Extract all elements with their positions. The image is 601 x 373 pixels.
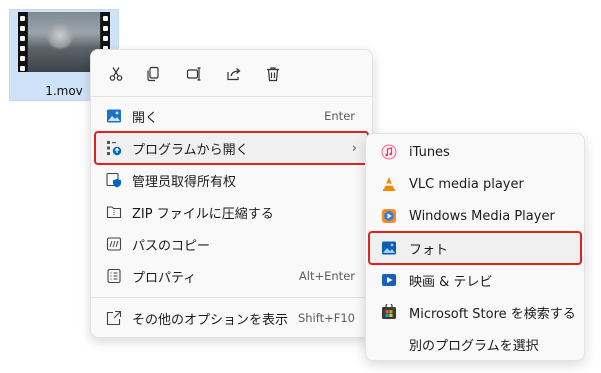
- submenu-item-label: 映画 & テレビ: [409, 274, 493, 290]
- zip-icon: [106, 204, 122, 220]
- menu-item-label: パスのコピー: [132, 238, 211, 254]
- copy-icon[interactable]: [141, 62, 165, 86]
- menu-item-copy-path[interactable]: パスのコピー: [96, 229, 367, 259]
- copy-path-icon: [106, 236, 122, 252]
- submenu-item-label: フォト: [409, 242, 449, 258]
- share-icon[interactable]: [222, 62, 246, 86]
- microsoft-store-icon: [381, 302, 397, 320]
- submenu-item-photos[interactable]: フォト: [368, 231, 582, 265]
- menu-item-accelerator: Shift+F10: [297, 311, 355, 325]
- menu-item-label: その他のオプションを表示: [132, 312, 289, 328]
- submenu-item-label: Windows Media Player: [409, 208, 555, 224]
- menu-item-properties[interactable]: プロパティ Alt+Enter: [96, 261, 367, 291]
- menu-item-label: 管理员取得所有权: [132, 174, 237, 190]
- more-options-icon: [106, 310, 122, 326]
- chevron-right-icon: ›: [351, 140, 357, 156]
- itunes-icon: [381, 144, 397, 160]
- shield-icon: [106, 172, 122, 188]
- submenu-item-label: Microsoft Store を検索する: [409, 306, 576, 322]
- open-with-icon: [106, 140, 122, 156]
- vlc-icon: [381, 176, 397, 192]
- menu-item-zip[interactable]: ZIP ファイルに圧縮する: [96, 197, 367, 227]
- submenu-item-movies-tv[interactable]: 映画 & テレビ: [370, 265, 580, 295]
- submenu-item-itunes[interactable]: iTunes: [370, 137, 580, 167]
- menu-item-accelerator: Enter: [324, 109, 355, 123]
- menu-item-label: 開く: [132, 110, 159, 126]
- submenu-item-label: iTunes: [409, 144, 450, 160]
- menu-item-label: プログラムから開く: [132, 142, 249, 158]
- menu-item-label: プロパティ: [132, 270, 197, 286]
- image-icon: [106, 108, 122, 124]
- menu-item-open[interactable]: 開く Enter: [96, 101, 367, 131]
- submenu-item-vlc[interactable]: VLC media player: [370, 169, 580, 199]
- windows-media-player-icon: [381, 208, 397, 224]
- context-menu: 開く Enter プログラムから開く › 管理员取得所有权 ZIP ファイルに圧…: [90, 49, 373, 338]
- menu-item-open-with[interactable]: プログラムから開く ›: [94, 131, 369, 165]
- rename-icon[interactable]: [182, 62, 206, 86]
- submenu-item-choose-another-app[interactable]: 別のプログラムを選択: [370, 329, 580, 359]
- submenu-item-label: 別のプログラムを選択: [409, 338, 539, 354]
- submenu-item-microsoft-store[interactable]: Microsoft Store を検索する: [370, 297, 580, 327]
- context-toolbar: [91, 50, 372, 96]
- cut-icon[interactable]: [104, 62, 128, 86]
- open-with-submenu: iTunes VLC media player Windows Media Pl…: [365, 133, 585, 361]
- menu-item-more-options[interactable]: その他のオプションを表示 Shift+F10: [96, 303, 367, 333]
- submenu-item-label: VLC media player: [409, 176, 524, 192]
- submenu-item-windows-media-player[interactable]: Windows Media Player: [370, 201, 580, 231]
- delete-icon[interactable]: [261, 62, 285, 86]
- properties-icon: [106, 268, 122, 284]
- menu-item-label: ZIP ファイルに圧縮する: [132, 206, 274, 222]
- photos-icon: [381, 240, 397, 256]
- menu-item-take-ownership[interactable]: 管理员取得所有权: [96, 165, 367, 195]
- movies-tv-icon: [381, 272, 397, 288]
- menu-item-accelerator: Alt+Enter: [298, 269, 355, 283]
